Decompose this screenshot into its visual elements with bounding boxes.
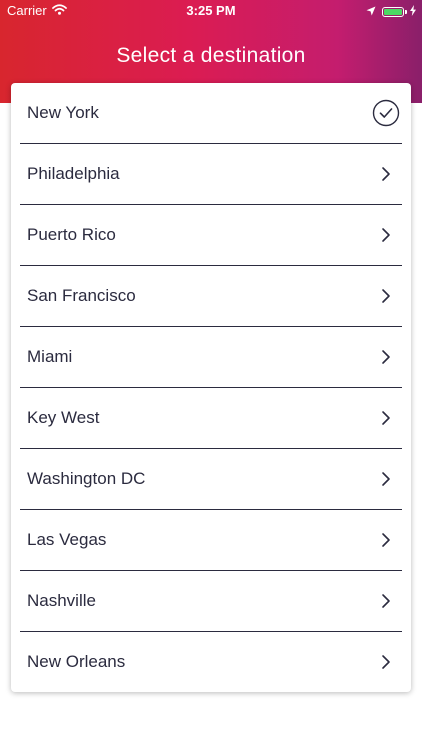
destination-row[interactable]: San Francisco [20, 266, 402, 327]
chevron-right-icon [372, 160, 400, 188]
destination-row[interactable]: Las Vegas [20, 510, 402, 571]
chevron-right-icon [372, 221, 400, 249]
destination-label: Las Vegas [27, 530, 107, 549]
destination-label: Philadelphia [27, 164, 120, 183]
battery-icon [382, 6, 407, 17]
destination-row[interactable]: Miami [20, 327, 402, 388]
charging-bolt-icon [410, 4, 416, 19]
destination-row[interactable]: Nashville [20, 571, 402, 632]
destination-row[interactable]: New York [20, 83, 402, 144]
destination-label: Puerto Rico [27, 225, 116, 244]
screen: Carrier 3:25 PM Select a destination New… [0, 0, 422, 750]
destination-label: Key West [27, 408, 100, 427]
chevron-right-icon [372, 587, 400, 615]
destination-label: New Orleans [27, 652, 126, 671]
destination-row[interactable]: Puerto Rico [20, 205, 402, 266]
chevron-right-icon [372, 282, 400, 310]
destination-list: New York Philadelphia Puerto Rico San Franc… [11, 83, 411, 692]
destination-label: New York [27, 103, 99, 122]
destination-row[interactable]: Key West [20, 388, 402, 449]
chevron-right-icon [372, 648, 400, 676]
chevron-right-icon [372, 343, 400, 371]
destination-label: Washington DC [27, 469, 146, 488]
destination-label: Nashville [27, 591, 96, 610]
chevron-right-icon [372, 465, 400, 493]
page-title: Select a destination [116, 44, 306, 67]
destination-label: San Francisco [27, 286, 136, 305]
location-arrow-icon [366, 4, 376, 19]
battery-fill [384, 8, 402, 15]
status-time: 3:25 PM [186, 3, 236, 18]
battery-tip [405, 9, 407, 14]
destination-label: Miami [27, 347, 73, 366]
checkmark-circle-icon [372, 99, 400, 127]
status-right [366, 4, 416, 19]
chevron-right-icon [372, 404, 400, 432]
destination-row[interactable]: New Orleans [20, 632, 402, 692]
status-bar: Carrier 3:25 PM [0, 0, 422, 22]
destination-row[interactable]: Washington DC [20, 449, 402, 510]
chevron-right-icon [372, 526, 400, 554]
destination-row[interactable]: Philadelphia [20, 144, 402, 205]
